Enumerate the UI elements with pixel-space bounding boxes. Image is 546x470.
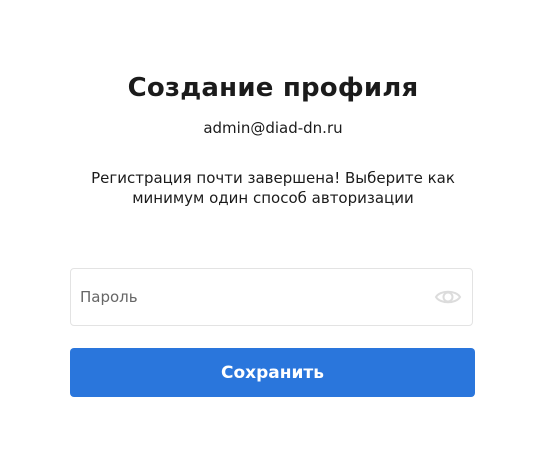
registration-message: Регистрация почти завершена! Выберите ка…	[73, 168, 473, 208]
password-input[interactable]	[80, 269, 420, 325]
account-email: admin@diad-dn.ru	[203, 119, 343, 137]
password-field	[70, 268, 473, 326]
registration-message-line-2: минимум один способ авторизации	[132, 189, 414, 207]
registration-message-line-1: Регистрация почти завершена! Выберите ка…	[91, 169, 455, 187]
eye-icon[interactable]	[434, 286, 462, 308]
page-title: Создание профиля	[127, 73, 419, 103]
create-profile-page: Создание профиля admin@diad-dn.ru Регист…	[0, 0, 546, 470]
save-button[interactable]: Сохранить	[70, 348, 475, 397]
